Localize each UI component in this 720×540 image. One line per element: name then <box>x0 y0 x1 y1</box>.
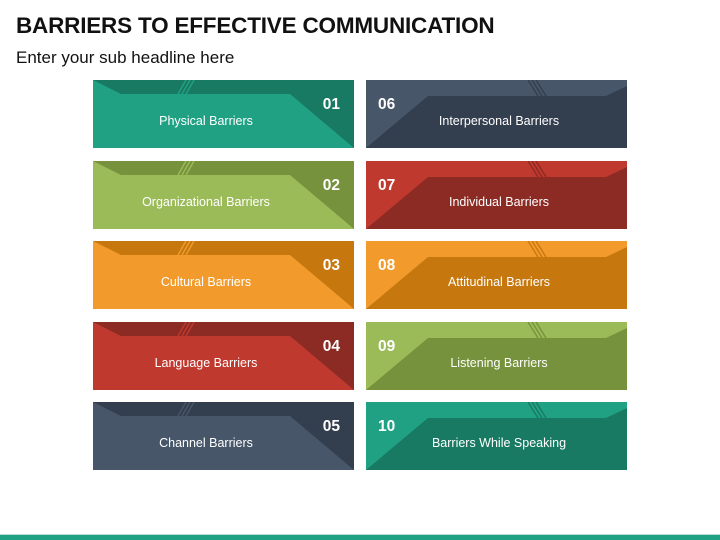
card-number: 07 <box>378 177 396 194</box>
barrier-card-02: 02 Organizational Barriers <box>93 161 354 229</box>
barrier-card-06: 06 Interpersonal Barriers <box>366 80 627 148</box>
card-number: 05 <box>322 418 340 435</box>
card-label: Listening Barriers <box>450 356 548 370</box>
slide-subtitle: Enter your sub headline here <box>16 48 235 67</box>
card-label: Language Barriers <box>154 356 258 370</box>
barrier-card-05: 05 Channel Barriers <box>93 402 354 470</box>
barrier-card-09: 09 Listening Barriers <box>366 322 627 390</box>
card-number: 10 <box>378 418 396 435</box>
card-label: Physical Barriers <box>159 114 253 128</box>
card-number: 09 <box>378 338 396 355</box>
slide-title: BARRIERS TO EFFECTIVE COMMUNICATION <box>16 13 495 38</box>
card-number: 02 <box>322 177 340 194</box>
card-label: Cultural Barriers <box>160 275 252 289</box>
card-number: 08 <box>378 257 396 274</box>
barrier-card-03: 03 Cultural Barriers <box>93 241 354 309</box>
card-label: Attitudinal Barriers <box>447 275 551 289</box>
card-label: Interpersonal Barriers <box>438 114 560 128</box>
barrier-card-08: 08 Attitudinal Barriers <box>366 241 627 309</box>
barrier-card-01: 01 Physical Barriers <box>93 80 354 148</box>
card-label: Individual Barriers <box>448 195 550 209</box>
card-number: 03 <box>322 257 340 274</box>
card-number: 06 <box>378 96 396 113</box>
barrier-card-10: 10 Barriers While Speaking <box>366 402 627 470</box>
barrier-card-07: 07 Individual Barriers <box>366 161 627 229</box>
barrier-card-04: 04 Language Barriers <box>93 322 354 390</box>
card-number: 04 <box>322 338 340 355</box>
card-number: 01 <box>322 96 340 113</box>
card-label: Organizational Barriers <box>142 195 270 209</box>
card-label: Channel Barriers <box>159 436 253 450</box>
card-label: Barriers While Speaking <box>431 436 567 450</box>
footer-accent-bar <box>0 534 720 540</box>
